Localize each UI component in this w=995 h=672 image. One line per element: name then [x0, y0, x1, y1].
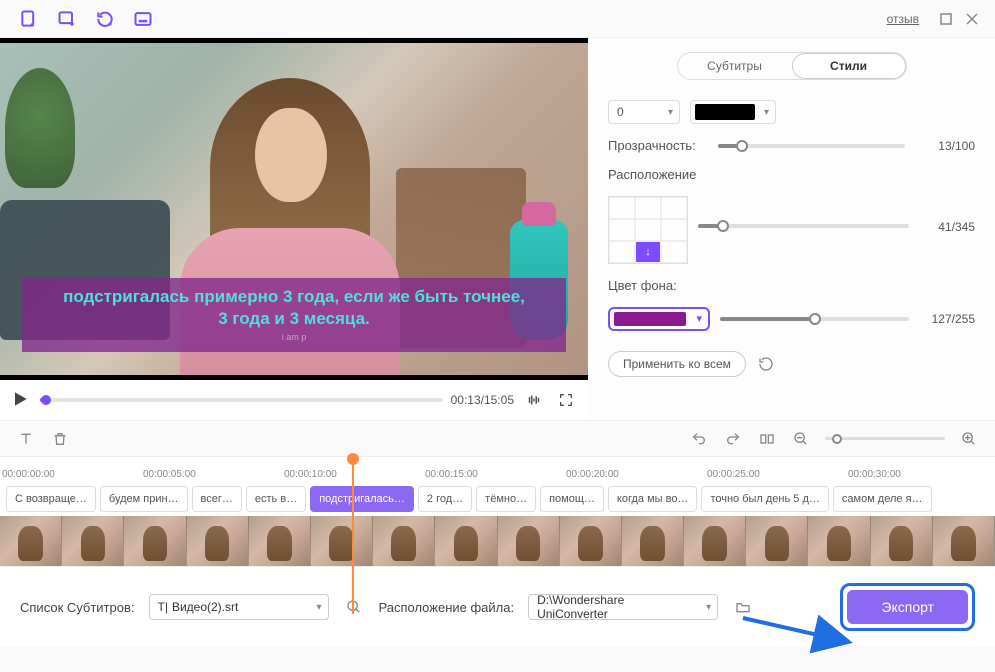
player-bar: 00:13/15:05	[0, 380, 588, 420]
ruler-tick: 00:00:20:00	[566, 469, 707, 482]
timeline-tools	[0, 420, 995, 456]
caption-icon[interactable]	[124, 5, 162, 33]
split-icon[interactable]	[757, 429, 777, 449]
subtitle-clip[interactable]: 2 год…	[418, 486, 472, 512]
playhead[interactable]	[352, 457, 354, 614]
bgcolor-label: Цвет фона:	[608, 278, 975, 293]
zoom-in-icon[interactable]	[959, 429, 979, 449]
progress-track[interactable]	[40, 398, 443, 402]
review-link[interactable]: отзыв	[887, 12, 919, 26]
subtitle-line: подстригалась примерно 3 года, если же б…	[63, 287, 525, 306]
bottom-bar: Список Субтитров: T|Видео(2).srt Располо…	[0, 566, 995, 647]
style-panel: Субтитры Стили 0 Прозрачность: 13/100 Ра…	[588, 38, 995, 420]
subtitle-clip[interactable]: помощ…	[540, 486, 604, 512]
position-label: Расположение	[608, 167, 975, 182]
waveform-icon[interactable]	[522, 388, 546, 412]
ruler-tick: 00:00:00:00	[2, 469, 143, 482]
ruler-tick: 00:00:10:00	[284, 469, 425, 482]
ruler-tick: 00:00:05:00	[143, 469, 284, 482]
position-bottom-center[interactable]: ↓	[635, 241, 661, 263]
subtitle-clip[interactable]: С возвраще…	[6, 486, 96, 512]
subtitle-list-label: Список Субтитров:	[20, 600, 135, 615]
subtitle-clip[interactable]: когда мы во…	[608, 486, 698, 512]
opacity-row: Прозрачность: 13/100	[608, 138, 975, 153]
subtitle-overlay: подстригалась примерно 3 года, если же б…	[22, 278, 566, 352]
position-slider[interactable]	[698, 224, 909, 228]
subtitle-clip[interactable]: самом деле я…	[833, 486, 932, 512]
outline-width-select[interactable]: 0	[608, 100, 680, 124]
video-preview[interactable]: подстригалась примерно 3 года, если же б…	[0, 38, 588, 380]
subtitle-clip[interactable]: всег…	[192, 486, 242, 512]
text-tool-icon[interactable]	[16, 429, 36, 449]
reload-icon[interactable]	[86, 5, 124, 33]
undo-icon[interactable]	[689, 429, 709, 449]
export-highlight: Экспорт	[840, 583, 975, 631]
subtitle-line: 3 года и 3 месяца.	[218, 309, 370, 328]
delete-icon[interactable]	[50, 429, 70, 449]
opacity-label: Прозрачность:	[608, 138, 704, 153]
maximize-icon[interactable]	[933, 6, 959, 32]
app-header: отзыв	[0, 0, 995, 38]
subtitle-clip[interactable]: будем прин…	[100, 486, 188, 512]
tab-styles[interactable]: Стили	[792, 53, 906, 79]
add-file-icon[interactable]	[10, 5, 48, 33]
folder-icon[interactable]	[732, 596, 754, 618]
tab-subtitles[interactable]: Субтитры	[678, 53, 792, 79]
subtitle-clip[interactable]: есть в…	[246, 486, 306, 512]
subtitle-clip[interactable]: подстригалась…	[310, 486, 414, 512]
apply-all-button[interactable]: Применить ко всем	[608, 351, 746, 377]
play-button[interactable]	[10, 389, 32, 411]
ruler-tick: 00:00:30:00	[848, 469, 989, 482]
add-media-icon[interactable]	[48, 5, 86, 33]
tab-switcher: Субтитры Стили	[677, 52, 907, 80]
subtitle-clip[interactable]: тёмно…	[476, 486, 536, 512]
video-pane: подстригалась примерно 3 года, если же б…	[0, 38, 588, 420]
zoom-out-icon[interactable]	[791, 429, 811, 449]
srt-file-select[interactable]: T|Видео(2).srt	[149, 594, 329, 620]
redo-icon[interactable]	[723, 429, 743, 449]
ruler-tick: 00:00:25:00	[707, 469, 848, 482]
position-value: 41/345	[919, 220, 975, 234]
subtitle-clip[interactable]: точно был день 5 д…	[701, 486, 828, 512]
position-grid[interactable]: ↓	[608, 196, 688, 264]
output-path-select[interactable]: D:\Wondershare UniConverter	[528, 594, 718, 620]
bgcolor-slider[interactable]	[720, 317, 909, 321]
reset-icon[interactable]	[756, 354, 776, 374]
bgcolor-select[interactable]	[608, 307, 710, 331]
bgcolor-value: 127/255	[919, 312, 975, 326]
watermark-text: i am p	[32, 332, 556, 344]
path-label: Расположение файла:	[379, 600, 515, 615]
ruler-tick: 00:00:15:00	[425, 469, 566, 482]
timeline-ruler[interactable]: 00:00:00:00 00:00:05:00 00:00:10:00 00:0…	[0, 456, 995, 482]
opacity-value: 13/100	[919, 139, 975, 153]
close-icon[interactable]	[959, 6, 985, 32]
fullscreen-icon[interactable]	[554, 388, 578, 412]
time-display: 00:13/15:05	[451, 393, 514, 407]
subtitle-clips: С возвраще…будем прин…всег…есть в…подстр…	[0, 482, 995, 516]
main-area: подстригалась примерно 3 года, если же б…	[0, 38, 995, 420]
opacity-slider[interactable]	[718, 144, 905, 148]
thumbnail-strip[interactable]	[0, 516, 995, 566]
outline-color-select[interactable]	[690, 100, 776, 124]
zoom-slider[interactable]	[825, 437, 945, 440]
export-button[interactable]: Экспорт	[847, 590, 968, 624]
